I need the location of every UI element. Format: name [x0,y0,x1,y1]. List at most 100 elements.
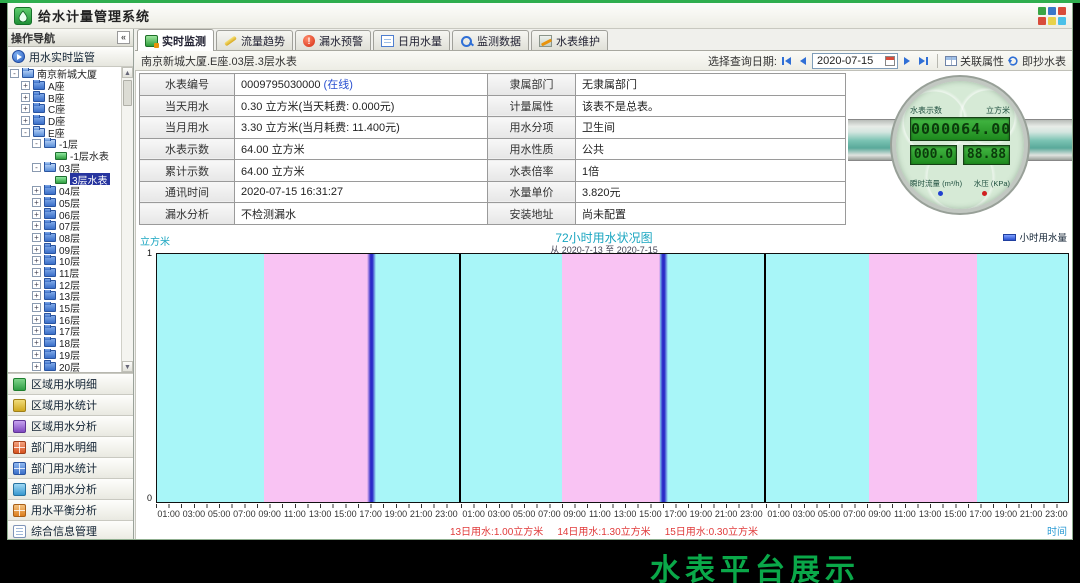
tree-item[interactable]: - -1层 [9,138,120,150]
sidebar-collapse-button[interactable]: « [117,31,130,44]
expand-icon[interactable]: + [32,198,41,207]
first-date-button[interactable] [780,54,793,67]
x-tick-label: 03:00 [183,509,206,519]
expand-icon[interactable]: + [32,221,41,230]
tree-item[interactable]: +06层 [9,208,120,220]
tree-item[interactable]: +10层 [9,255,120,267]
sidebar-item-dept-detail[interactable]: 部门用水明细 [8,436,133,457]
tree-item-label: 08层 [59,232,80,244]
expand-icon[interactable]: + [32,303,41,312]
tree-item[interactable]: +16层 [9,313,120,325]
tree-item[interactable]: +A座 [9,80,120,92]
prev-date-button[interactable] [796,54,809,67]
expand-icon[interactable]: + [32,233,41,242]
sidebar-item-region-analysis[interactable]: 区域用水分析 [8,415,133,436]
tree-item-label: 3层水表 [70,173,110,185]
tab-calendar[interactable]: 日用水量 [373,30,450,50]
expand-icon[interactable]: + [32,280,41,289]
tree-scrollbar[interactable]: ▲ ▼ [121,67,133,372]
tree-item[interactable]: +07层 [9,220,120,232]
tree-item[interactable]: +05层 [9,197,120,209]
sidebar-item-info[interactable]: 综合信息管理 [8,520,133,540]
grid-icon[interactable] [1038,7,1066,25]
collapse-icon[interactable]: - [32,163,41,172]
tree-item[interactable]: +15层 [9,302,120,314]
title-bar: 给水计量管理系统 [8,3,1072,29]
expand-icon[interactable]: + [21,116,30,125]
collapse-icon[interactable]: - [21,128,30,137]
linked-attributes-button[interactable]: 关联属性 [945,53,1004,69]
calendar-button[interactable] [883,54,897,68]
tree-item[interactable]: 3层水表 [9,173,120,185]
expand-icon[interactable]: + [32,268,41,277]
tree-item[interactable]: +18层 [9,337,120,349]
sidebar-item-region-detail[interactable]: 区域用水明细 [8,373,133,394]
scroll-up-icon[interactable]: ▲ [122,67,133,78]
tree-item[interactable]: +C座 [9,103,120,115]
day-total-label: 14日用水:1.30立方米 [557,527,650,538]
folder-icon [44,163,56,172]
tree-item[interactable]: +04层 [9,185,120,197]
tree-item[interactable]: +B座 [9,91,120,103]
tab-trend[interactable]: 流量趋势 [216,30,293,50]
folder-icon [44,139,56,148]
folder-icon [44,291,56,300]
next-date-button[interactable] [901,54,914,67]
tree-item[interactable]: +09层 [9,243,120,255]
expand-icon[interactable]: + [32,350,41,359]
field-label: 水量单价 [488,181,576,203]
expand-icon[interactable]: + [32,315,41,324]
expand-icon[interactable]: + [32,291,41,300]
tree-item-label: 07层 [59,220,80,232]
tree-item[interactable]: +11层 [9,267,120,279]
tree-item[interactable]: -E座 [9,126,120,138]
expand-icon[interactable]: + [21,93,30,102]
sidebar-item-dept-stats[interactable]: 部门用水统计 [8,457,133,478]
tab-maintain[interactable]: 水表维护 [531,30,608,50]
tree-item[interactable]: +17层 [9,325,120,337]
tree-item[interactable]: +08层 [9,232,120,244]
tree-item[interactable]: +13层 [9,290,120,302]
scroll-down-icon[interactable]: ▼ [122,361,133,372]
field-value: 卫生间 [576,117,846,139]
expand-icon[interactable]: + [32,256,41,265]
expand-icon[interactable]: + [32,338,41,347]
tab-alert[interactable]: 漏水预警 [295,30,371,50]
tree-item[interactable]: +12层 [9,278,120,290]
sidebar-item-realtime-monitor[interactable]: 用水实时监管 [8,47,133,67]
expand-icon[interactable]: + [21,81,30,90]
read-meter-now-button[interactable]: 即抄水表 [1007,53,1066,69]
tree-item[interactable]: -南京新城大厦 [9,68,120,80]
expand-icon[interactable]: + [32,245,41,254]
expand-icon[interactable]: + [21,104,30,113]
daily-totals-text: 13日用水:1.00立方米14日用水:1.30立方米15日用水:0.30立方米 [136,523,1072,538]
tab-data[interactable]: 监测数据 [452,30,529,50]
field-label: 隶属部门 [488,74,576,96]
table-row: 当天用水0.30 立方米(当天耗费: 0.000元)计量属性该表不是总表。 [140,95,846,117]
x-tick-label: 05:00 [818,509,841,519]
tab-monitor[interactable]: 实时监测 [137,29,214,51]
expand-icon[interactable]: + [32,210,41,219]
x-tick-label: 09:00 [563,509,586,519]
toolbar-divider [937,54,938,68]
tree-item[interactable]: +D座 [9,115,120,127]
sidebar-item-region-stats[interactable]: 区域用水统计 [8,394,133,415]
scrollbar-thumb[interactable] [123,80,132,106]
tree-item-label: -1层 [59,138,78,150]
expand-icon[interactable]: + [32,362,41,371]
sidebar-item-dept-analysis[interactable]: 部门用水分析 [8,478,133,499]
expand-icon[interactable]: + [32,186,41,195]
last-date-button[interactable] [917,54,930,67]
collapse-icon[interactable]: - [10,69,19,78]
tree-item[interactable]: -1层水表 [9,150,120,162]
work-hours-band [869,254,977,502]
date-controls: 选择查询日期: 关联属性 即 [708,53,1066,69]
tree-item[interactable]: +19层 [9,349,120,361]
pressure-display: 88.88 [963,145,1010,165]
x-tick-label: 09:00 [868,509,891,519]
expand-icon[interactable]: + [32,326,41,335]
tree-item[interactable]: -03层 [9,162,120,174]
tree-item[interactable]: +20层 [9,360,120,372]
collapse-icon[interactable]: - [32,139,41,148]
sidebar-item-balance[interactable]: 用水平衡分析 [8,499,133,520]
